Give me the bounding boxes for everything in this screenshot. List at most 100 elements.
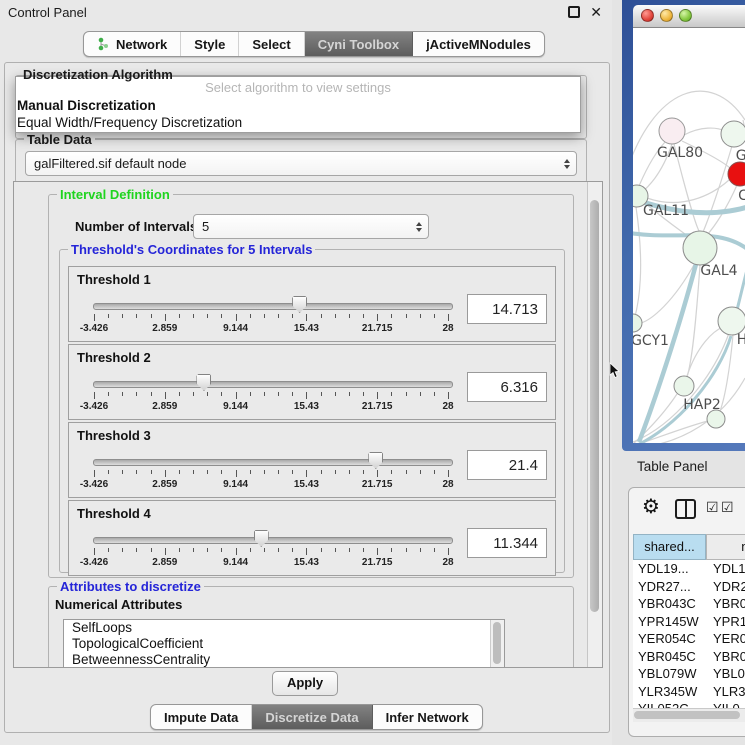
close-traffic-light-icon[interactable] [641,9,654,22]
table-data-combobox[interactable]: galFiltered.sif default node [25,151,577,176]
slider-thumb[interactable] [292,296,307,313]
slider-tick [193,392,194,396]
minimize-traffic-light-icon[interactable] [660,9,673,22]
slider-tick-label: 15.43 [294,557,319,568]
slider-tick [165,314,166,321]
dropdown-option-manual-discretization[interactable]: Manual Discretization [16,97,580,114]
threshold-value-field[interactable]: 6.316 [467,372,547,402]
numerical-attributes-list[interactable]: SelfLoopsTopologicalCoefficientBetweenne… [63,619,505,668]
threshold-label: Threshold 4 [77,506,151,521]
number-of-intervals-combobox[interactable]: 5 [193,214,429,239]
attribute-list-item[interactable]: TopologicalCoefficient [64,636,504,652]
column-layout-icon[interactable] [675,499,696,519]
close-icon[interactable]: ✕ [590,7,602,18]
interval-definition-group-label: Interval Definition [57,187,173,202]
cell-name: YDR2 [706,578,745,596]
slider-tick [406,314,407,318]
cell-name: YBR0 [706,595,745,613]
attribute-list-item[interactable]: SelfLoops [64,620,504,636]
slider-thumb[interactable] [196,374,211,391]
slider-tick [349,392,350,396]
gear-icon[interactable]: ⚙ [642,494,660,520]
network-node[interactable] [683,231,717,265]
tab-impute-data[interactable]: Impute Data [151,705,252,729]
column-header-na[interactable]: na [706,534,745,560]
slider-tick [321,314,322,318]
table-header-row: shared...na [633,534,745,560]
combo-stepper-icon [564,159,570,169]
slider-tick [151,470,152,474]
apply-button[interactable]: Apply [272,671,338,696]
threshold-panel-3: Threshold 3-3.4262.8599.14415.4321.71528… [68,422,556,498]
threshold-panel-1: Threshold 1-3.4262.8599.14415.4321.71528… [68,266,556,342]
slider-tick [377,470,378,477]
threshold-value-field[interactable]: 21.4 [467,450,547,480]
slider-thumb[interactable] [368,452,383,469]
table-row[interactable]: YBR043CYBR0 [633,595,745,613]
table-row[interactable]: YPR145WYPR1 [633,613,745,631]
window-title: Control Panel [8,5,87,20]
network-canvas[interactable]: GAL80GACGAL11GAL4GCY1HHAP2 [633,28,745,443]
checkbox-checked-icon[interactable]: ☑ [706,500,719,514]
threshold-slider-track[interactable] [93,459,453,466]
threshold-slider-track[interactable] [93,381,453,388]
cell-name: YBR0 [706,648,745,666]
network-icon [97,37,110,51]
slider-tick [278,314,279,318]
tab-infer-network[interactable]: Infer Network [373,705,482,729]
zoom-traffic-light-icon[interactable] [679,9,692,22]
tab-cyni-toolbox[interactable]: Cyni Toolbox [305,32,413,56]
threshold-value-field[interactable]: 11.344 [467,528,547,558]
top-tab-bar: NetworkStyleSelectCyni ToolboxjActiveMNo… [83,31,545,57]
tab-network[interactable]: Network [84,32,181,56]
control-panel-window: Control Panel ✕ NetworkStyleSelectCyni T… [0,0,612,745]
slider-tick [108,470,109,474]
threshold-slider-track[interactable] [93,303,453,310]
table-row[interactable]: YDR27...YDR2 [633,578,745,596]
slider-tick [207,548,208,552]
right-side-area: GAL80GACGAL11GAL4GCY1HHAP2 Table Panel ⚙… [612,0,745,745]
slider-tick [406,548,407,552]
attribute-list-item[interactable]: BetweennessCentrality [64,652,504,668]
network-node[interactable] [674,376,694,396]
threshold-slider-track[interactable] [93,537,453,544]
table-horizontal-scrollbar[interactable] [633,708,745,722]
table-row[interactable]: YIL052CYIL0 [633,700,745,708]
tab-style[interactable]: Style [181,32,239,56]
slider-tick-label: 28 [442,401,453,412]
slider-tick-label: 15.43 [294,323,319,334]
table-row[interactable]: YBR045CYBR0 [633,648,745,666]
network-view-window: GAL80GACGAL11GAL4GCY1HHAP2 [622,0,745,451]
table-row[interactable]: YDL19...YDL1 [633,560,745,578]
slider-tick [448,470,449,477]
checkbox-checked-icon[interactable]: ☑ [721,500,734,514]
slider-tick [151,392,152,396]
network-node[interactable] [659,118,685,144]
tab-discretize-data[interactable]: Discretize Data [252,705,372,729]
table-row[interactable]: YLR345WYLR3 [633,683,745,701]
network-node[interactable] [633,314,642,332]
slider-tick-label: 9.144 [223,479,248,490]
slider-tick-label: 15.43 [294,401,319,412]
tab-jactivemnodules[interactable]: jActiveMNodules [413,32,544,56]
column-header-shared[interactable]: shared... [633,534,706,560]
tab-select[interactable]: Select [239,32,304,56]
table-row[interactable]: YER054CYER0 [633,630,745,648]
dropdown-option-equal-width-frequency-discretization[interactable]: Equal Width/Frequency Discretization [16,114,580,131]
network-node[interactable] [728,162,745,186]
network-node[interactable] [718,307,745,335]
threshold-value-field[interactable]: 14.713 [467,294,547,324]
slider-tick [292,548,293,552]
slider-tick [221,314,222,318]
slider-thumb[interactable] [254,530,269,547]
settings-vertical-scrollbar[interactable] [587,182,602,667]
table-row[interactable]: YBL079WYBL0 [633,665,745,683]
float-window-icon[interactable] [568,6,580,18]
attributes-scrollbar[interactable] [490,620,504,668]
slider-tick [406,392,407,396]
slider-tick-label: 21.715 [362,401,393,412]
slider-tick [278,470,279,474]
slider-tick [193,548,194,552]
thresholds-group: Threshold's Coordinates for 5 Intervals … [59,249,565,573]
network-node[interactable] [721,121,745,147]
